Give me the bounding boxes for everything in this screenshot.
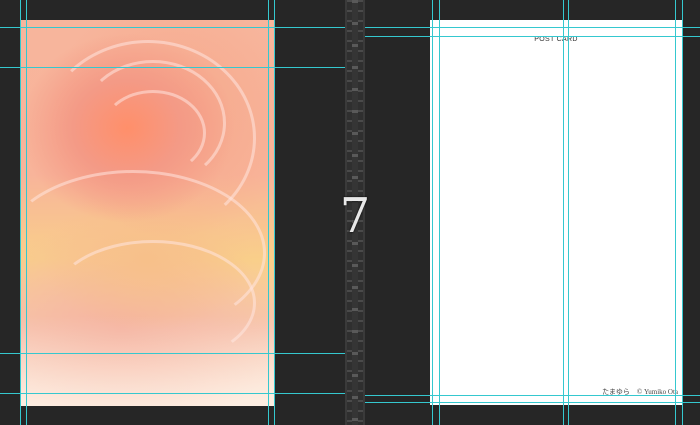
guide-horizontal[interactable] bbox=[0, 353, 345, 354]
guide-vertical[interactable] bbox=[274, 0, 275, 425]
guide-horizontal[interactable] bbox=[0, 27, 345, 28]
guide-horizontal[interactable] bbox=[0, 393, 345, 394]
guide-vertical[interactable] bbox=[563, 0, 564, 425]
guide-horizontal[interactable] bbox=[365, 395, 700, 396]
guide-horizontal[interactable] bbox=[0, 67, 345, 68]
guide-vertical[interactable] bbox=[682, 0, 683, 425]
guide-vertical[interactable] bbox=[675, 0, 676, 425]
guide-vertical[interactable] bbox=[568, 0, 569, 425]
guide-vertical[interactable] bbox=[432, 0, 433, 425]
guide-horizontal[interactable] bbox=[365, 402, 700, 403]
guide-horizontal[interactable] bbox=[365, 36, 700, 37]
postcard-title: POST CARD bbox=[534, 36, 578, 43]
guide-horizontal[interactable] bbox=[365, 27, 700, 28]
rose-photo[interactable] bbox=[20, 20, 275, 406]
guide-vertical[interactable] bbox=[268, 0, 269, 425]
guide-vertical[interactable] bbox=[439, 0, 440, 425]
guide-vertical[interactable] bbox=[26, 0, 27, 425]
postcard-back[interactable]: POST CARD たまゆら © Yumiko Ota bbox=[430, 20, 682, 405]
page-number: 7 bbox=[339, 188, 371, 244]
guide-vertical[interactable] bbox=[20, 0, 21, 425]
